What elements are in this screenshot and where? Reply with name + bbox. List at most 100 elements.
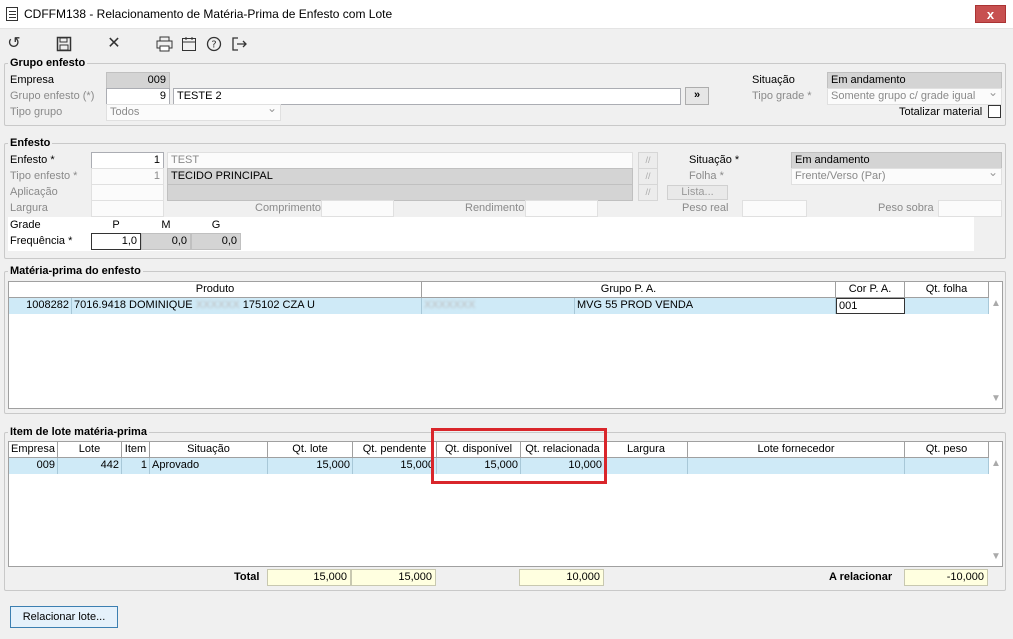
col-lote-fornecedor[interactable]: Lote fornecedor <box>688 442 905 458</box>
folha-select[interactable]: Frente/Verso (Par) <box>791 168 1002 185</box>
grupo-enfesto-number-field[interactable]: 9 <box>106 88 170 105</box>
col-qt-folha[interactable]: Qt. folha <box>905 282 989 298</box>
col-qt-pendente[interactable]: Qt. pendente <box>353 442 437 458</box>
grade-label: Grade <box>10 219 41 231</box>
cell-qt-peso <box>905 458 989 474</box>
aplicacao-label: Aplicação <box>10 186 58 198</box>
scroll-up-icon[interactable]: ▲ <box>989 458 1003 469</box>
cell-lote-fornecedor <box>688 458 905 474</box>
enfesto-title: Enfesto <box>8 137 53 149</box>
enfesto-situacao-label: Situação * <box>689 154 740 166</box>
col-lote[interactable]: Lote <box>58 442 122 458</box>
save-icon[interactable] <box>54 34 74 54</box>
situacao-label: Situação <box>752 74 795 86</box>
enfesto-lookup-button[interactable]: // <box>638 152 658 169</box>
totalizar-label: Totalizar material <box>899 106 983 118</box>
tipo-enfesto-lookup-button[interactable]: // <box>638 168 658 185</box>
cell-qt-pendente: 15,000 <box>353 458 437 474</box>
grupo-enfesto-title: Grupo enfesto <box>8 57 88 69</box>
a-relacionar-label: A relacionar <box>829 571 893 583</box>
col-empresa[interactable]: Empresa <box>9 442 58 458</box>
col-qt-lote[interactable]: Qt. lote <box>268 442 353 458</box>
total-qt-lote: 15,000 <box>267 569 351 586</box>
cell-produto: 7016.9418 DOMINIQUE XXXXXX 175102 CZA U <box>72 298 422 314</box>
col-qt-peso[interactable]: Qt. peso <box>905 442 989 458</box>
cell-grupo-pa: MVG 55 PROD VENDA <box>575 298 836 314</box>
aplicacao-name-field[interactable] <box>167 184 633 201</box>
cell-item: 1 <box>122 458 150 474</box>
col-cor-pa[interactable]: Cor P. A. <box>836 282 905 298</box>
peso-sobra-field[interactable] <box>938 200 1002 217</box>
col-item[interactable]: Item <box>122 442 150 458</box>
rendimento-field[interactable] <box>525 200 598 217</box>
total-qt-relacionada: 10,000 <box>519 569 604 586</box>
cell-lote: 442 <box>58 458 122 474</box>
enfesto-name-field[interactable]: TEST <box>167 152 633 169</box>
close-button[interactable]: x <box>975 5 1006 23</box>
cell-grupo-codigo: XXXXXXX <box>422 298 575 314</box>
cell-empresa: 009 <box>9 458 58 474</box>
cancel-icon[interactable]: ✕ <box>104 34 124 54</box>
largura-label: Largura <box>10 202 48 214</box>
title-bar: CDFFM138 - Relacionamento de Matéria-Pri… <box>0 0 1013 29</box>
scroll-down-icon[interactable]: ▼ <box>989 551 1003 562</box>
tipo-enfesto-name-field[interactable]: TECIDO PRINCIPAL <box>167 168 633 185</box>
goto-button[interactable]: » <box>685 87 709 105</box>
aplicacao-number-field[interactable] <box>91 184 164 201</box>
cell-cor-pa[interactable]: 001 <box>836 298 905 314</box>
tipo-enfesto-number-field[interactable]: 1 <box>91 168 164 185</box>
total-label: Total <box>234 571 260 583</box>
help-icon[interactable]: ? <box>204 34 224 54</box>
col-largura[interactable]: Largura <box>605 442 688 458</box>
cell-largura <box>605 458 688 474</box>
cell-codigo: 1008282 <box>9 298 72 314</box>
situacao-field[interactable]: Em andamento <box>827 72 1002 89</box>
materia-prima-title: Matéria-prima do enfesto <box>8 265 143 277</box>
lote-title: Item de lote matéria-prima <box>8 426 149 438</box>
totalizar-checkbox[interactable] <box>988 105 1001 118</box>
frequencia-label: Frequência * <box>10 235 73 247</box>
freq-g-field[interactable]: 0,0 <box>191 233 241 250</box>
size-m-label: M <box>161 219 171 231</box>
enfesto-label: Enfesto * <box>10 154 55 166</box>
freq-m-field[interactable]: 0,0 <box>141 233 191 250</box>
total-qt-pendente: 15,000 <box>351 569 436 586</box>
app-document-icon <box>6 7 18 21</box>
enfesto-situacao-field[interactable]: Em andamento <box>791 152 1002 169</box>
peso-real-label: Peso real <box>682 202 729 214</box>
exit-icon[interactable] <box>229 34 249 54</box>
a-relacionar-field: -10,000 <box>904 569 988 586</box>
peso-sobra-label: Peso sobra <box>878 202 934 214</box>
col-grupo-pa[interactable]: Grupo P. A. <box>422 282 836 298</box>
tipo-grupo-select[interactable]: Todos <box>106 104 281 121</box>
largura-field[interactable] <box>91 200 164 217</box>
tipo-enfesto-label: Tipo enfesto * <box>10 170 78 182</box>
tipo-grade-label: Tipo grade * <box>752 90 812 102</box>
peso-real-field[interactable] <box>742 200 807 217</box>
cell-qt-folha <box>905 298 989 314</box>
empresa-field[interactable]: 009 <box>106 72 170 89</box>
rendimento-label: Rendimento <box>465 202 525 214</box>
grupo-enfesto-label: Grupo enfesto (*) <box>10 90 95 102</box>
tipo-grade-select[interactable]: Somente grupo c/ grade igual <box>827 88 1002 105</box>
scroll-down-icon[interactable]: ▼ <box>989 393 1003 404</box>
scroll-up-icon[interactable]: ▲ <box>989 298 1003 309</box>
comprimento-label: Comprimento <box>255 202 322 214</box>
aplicacao-lookup-button[interactable]: // <box>638 184 658 201</box>
lista-button[interactable]: Lista... <box>667 185 728 200</box>
comprimento-field[interactable] <box>321 200 394 217</box>
undo-icon[interactable]: ↺ <box>4 34 24 54</box>
grupo-enfesto-name-field[interactable]: TESTE 2 <box>173 88 681 105</box>
col-situacao[interactable]: Situação <box>150 442 268 458</box>
empresa-label: Empresa <box>10 74 55 86</box>
freq-p-field[interactable]: 1,0 <box>91 233 141 250</box>
calendar-icon[interactable] <box>179 34 199 54</box>
enfesto-number-field[interactable]: 1 <box>91 152 164 169</box>
tipo-grupo-label: Tipo grupo <box>10 106 63 118</box>
highlight-annotation <box>431 428 607 484</box>
svg-text:?: ? <box>211 40 216 51</box>
relacionar-lote-button[interactable]: Relacionar lote... <box>10 606 118 628</box>
toolbar: ↺ ✕ ? <box>0 30 1013 58</box>
print-icon[interactable] <box>154 34 174 54</box>
col-produto[interactable]: Produto <box>9 282 422 298</box>
